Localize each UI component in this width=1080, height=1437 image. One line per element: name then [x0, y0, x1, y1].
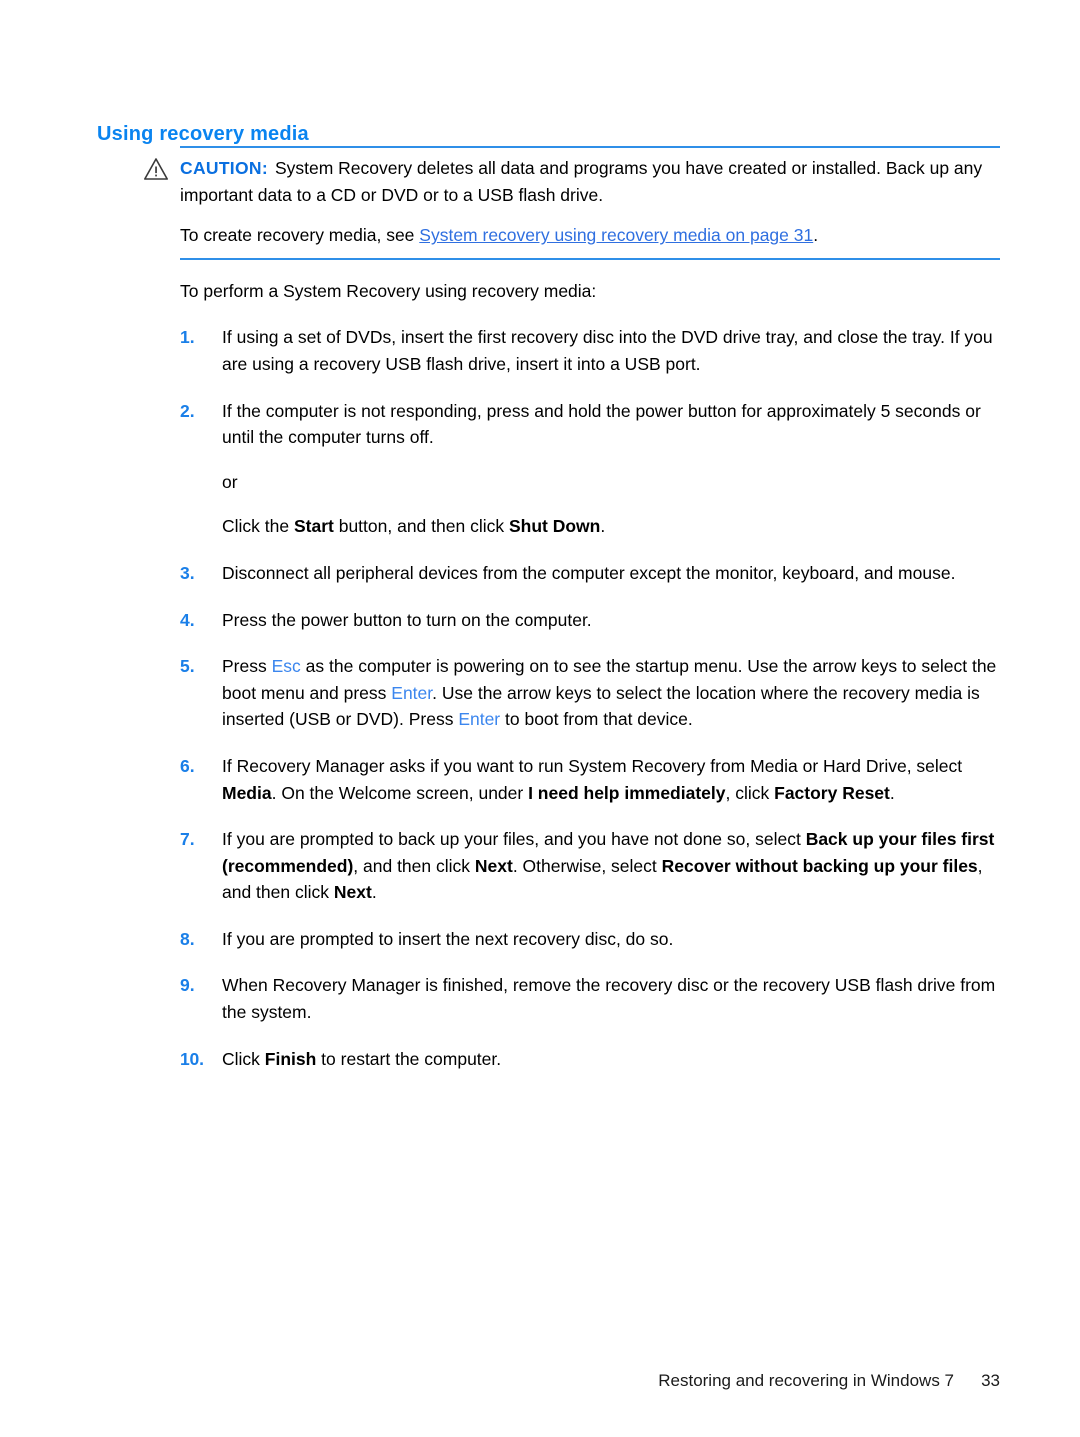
step-text-run: to restart the computer.: [316, 1048, 502, 1069]
caution-body: System Recovery deletes all data and pro…: [180, 158, 983, 205]
caution-link-lead: To create recovery media, see: [180, 225, 420, 246]
step-text-run: If Recovery Manager asks if you want to …: [222, 755, 963, 776]
key-name: Enter: [458, 709, 501, 730]
step-text-run: . On the Welcome screen, under: [271, 782, 529, 803]
list-item: 9. When Recovery Manager is finished, rem…: [180, 972, 1000, 1025]
emphasis-text: Media: [222, 782, 272, 803]
step-text-run: Disconnect all peripheral devices from t…: [222, 562, 956, 583]
step-number: 2.: [180, 400, 195, 421]
page-footer: Restoring and recovering in Windows 7 33: [0, 1371, 1080, 1391]
list-item: 1. If using a set of DVDs, insert the fir…: [180, 324, 1000, 377]
step-body: If using a set of DVDs, insert the first…: [222, 324, 1000, 377]
step-body: Press Esc as the computer is powering on…: [222, 653, 1000, 733]
emphasis-text: Finish: [264, 1048, 317, 1069]
step-body: If Recovery Manager asks if you want to …: [222, 753, 1000, 806]
footer-page-number: 33: [981, 1371, 1000, 1390]
step-body: If you are prompted to back up your file…: [222, 826, 1000, 906]
caution-link-line: To create recovery media, see System rec…: [180, 222, 1000, 249]
list-item: 5. Press Esc as the computer is powering …: [180, 653, 1000, 733]
intro-text: To perform a System Recovery using recov…: [180, 280, 597, 301]
step-substeps: or Click the Start button, and then click…: [222, 469, 1000, 540]
list-item: 7. If you are prompted to back up your fi…: [180, 826, 1000, 906]
key-name: Enter: [391, 682, 433, 703]
step-text-run: Click: [222, 1048, 265, 1069]
step-subline: or: [222, 469, 1000, 496]
list-item: 4. Press the power button to turn on the …: [180, 607, 1000, 634]
list-item: 3. Disconnect all peripheral devices from…: [180, 560, 1000, 587]
list-item: 8. If you are prompted to insert the next…: [180, 926, 1000, 953]
caution-note: CAUTION: System Recovery deletes all data…: [144, 146, 1000, 260]
step-text-run: .: [600, 516, 606, 537]
step-body: Disconnect all peripheral devices from t…: [222, 560, 1000, 587]
step-text-run: button, and then click: [333, 516, 509, 537]
step-text-run: If using a set of DVDs, insert the first…: [222, 327, 993, 374]
emphasis-text: Shut Down: [508, 516, 601, 537]
step-subline: Click the Start button, and then click S…: [222, 513, 1000, 540]
step-number: 3.: [180, 562, 195, 583]
step-number: 5.: [180, 656, 195, 677]
step-number: 1.: [180, 327, 195, 348]
step-text-run: If you are prompted to insert the next r…: [222, 928, 674, 949]
step-number: 8.: [180, 928, 195, 949]
caution-triangle-icon: [143, 157, 169, 181]
step-body: If you are prompted to insert the next r…: [222, 926, 1000, 953]
step-body: If the computer is not responding, press…: [222, 398, 1000, 451]
step-body: When Recovery Manager is finished, remov…: [222, 972, 1000, 1025]
step-number: 4.: [180, 609, 195, 630]
caution-label: CAUTION:: [180, 158, 268, 178]
step-text-run: .: [889, 782, 895, 803]
emphasis-text: Start: [293, 516, 334, 537]
recovery-steps-list: 1. If using a set of DVDs, insert the fir…: [180, 324, 1000, 1072]
caution-link-tail: .: [813, 225, 819, 246]
list-item: 2. If the computer is not responding, pre…: [180, 398, 1000, 540]
step-number: 6.: [180, 755, 195, 776]
step-body: Press the power button to turn on the co…: [222, 607, 1000, 634]
footer-chapter-title: Restoring and recovering in Windows 7: [658, 1371, 954, 1390]
caution-note-text: CAUTION: System Recovery deletes all data…: [180, 155, 1000, 208]
document-page: Using recovery media CAUTION: System Reco…: [0, 0, 1080, 1437]
emphasis-text: Factory Reset: [774, 782, 890, 803]
step-text-run: Press: [222, 656, 272, 677]
page-title: Using recovery media: [97, 122, 309, 145]
emphasis-text: Recover without backing up your files: [661, 855, 978, 876]
emphasis-text: Next: [474, 855, 513, 876]
step-text-run: , and then click: [353, 855, 475, 876]
list-item: 10. Click Finish to restart the computer.: [180, 1046, 1000, 1073]
step-body: Click Finish to restart the computer.: [222, 1046, 1000, 1073]
step-text-run: Press the power button to turn on the co…: [222, 609, 592, 630]
step-text-run: , click: [725, 782, 775, 803]
step-text-run: If the computer is not responding, press…: [222, 400, 981, 448]
step-text-run: or: [222, 471, 238, 492]
step-text-run: .: [371, 882, 377, 903]
document-body: CAUTION: System Recovery deletes all data…: [144, 146, 1000, 1072]
step-number: 7.: [180, 829, 195, 850]
list-item: 6. If Recovery Manager asks if you want t…: [180, 753, 1000, 806]
system-recovery-media-link[interactable]: System recovery using recovery media on …: [419, 225, 813, 245]
key-name: Esc: [271, 656, 301, 677]
step-text-run: When Recovery Manager is finished, remov…: [222, 975, 996, 1023]
step-number: 10.: [180, 1048, 204, 1069]
step-number: 9.: [180, 975, 195, 996]
step-text-run: If you are prompted to back up your file…: [222, 829, 806, 850]
emphasis-text: Next: [333, 882, 372, 903]
step-text-run: to boot from that device.: [500, 709, 693, 730]
step-text-run: . Otherwise, select: [512, 855, 662, 876]
step-text-run: Click the: [222, 516, 294, 537]
emphasis-text: I need help immediately: [528, 782, 726, 803]
